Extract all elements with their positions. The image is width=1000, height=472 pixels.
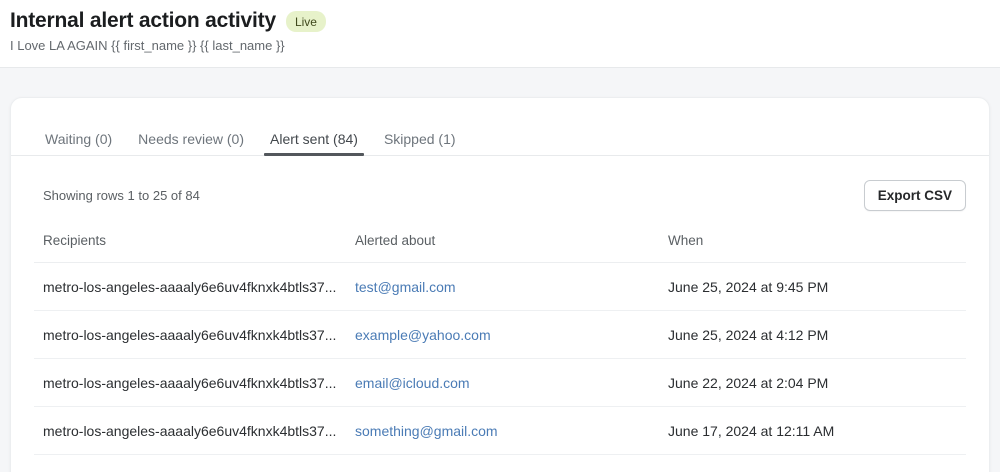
tab-alert-sent[interactable]: Alert sent (84) <box>264 122 364 155</box>
when-cell: June 25, 2024 at 9:45 PM <box>659 263 966 311</box>
recipient-cell: metro-los-angeles-aaaaly6e6uv4fknxk4btls… <box>34 359 346 407</box>
page: Internal alert action activity Live I Lo… <box>0 0 1000 472</box>
recipient-cell: metro-los-angeles-aaaaly6e6uv4fknxk4btls… <box>34 407 346 455</box>
alerted-about-cell: example@yahoo.com <box>346 311 659 359</box>
recipient-cell: metro-los-angeles-aaaaly6e6uv4fknxk4btls… <box>34 263 346 311</box>
table-row: metro-los-angeles-aaaaly6e6uv4fknxk4btls… <box>34 311 966 359</box>
page-title: Internal alert action activity <box>10 9 276 33</box>
showing-rows-text: Showing rows 1 to 25 of 84 <box>43 188 200 203</box>
page-subtitle: I Love LA AGAIN {{ first_name }} {{ last… <box>10 38 990 53</box>
alerted-about-link[interactable]: example@yahoo.com <box>355 327 491 343</box>
page-header: Internal alert action activity Live I Lo… <box>0 0 1000 68</box>
alert-activity-card: Waiting (0) Needs review (0) Alert sent (8… <box>10 97 990 472</box>
tab-needs-review[interactable]: Needs review (0) <box>132 122 250 155</box>
live-status-badge: Live <box>286 11 326 32</box>
when-cell: June 17, 2024 at 12:11 AM <box>659 407 966 455</box>
column-header-when: When <box>659 225 966 263</box>
column-header-recipients: Recipients <box>34 225 346 263</box>
alerts-table: RecipientsAlerted aboutWhen metro-los-an… <box>34 225 966 455</box>
column-header-alerted-about: Alerted about <box>346 225 659 263</box>
table-row: metro-los-angeles-aaaaly6e6uv4fknxk4btls… <box>34 263 966 311</box>
alerted-about-link[interactable]: something@gmail.com <box>355 423 498 439</box>
tab-bar: Waiting (0) Needs review (0) Alert sent (8… <box>11 98 989 156</box>
card-content: Showing rows 1 to 25 of 84 Export CSV Re… <box>11 156 989 455</box>
table-toolbar: Showing rows 1 to 25 of 84 Export CSV <box>34 180 966 211</box>
alerted-about-link[interactable]: email@icloud.com <box>355 375 470 391</box>
table-header-row: RecipientsAlerted aboutWhen <box>34 225 966 263</box>
recipient-cell: metro-los-angeles-aaaaly6e6uv4fknxk4btls… <box>34 311 346 359</box>
table-row: metro-los-angeles-aaaaly6e6uv4fknxk4btls… <box>34 407 966 455</box>
page-body: Waiting (0) Needs review (0) Alert sent (8… <box>0 68 1000 472</box>
alerted-about-cell: something@gmail.com <box>346 407 659 455</box>
when-cell: June 25, 2024 at 4:12 PM <box>659 311 966 359</box>
export-csv-button[interactable]: Export CSV <box>864 180 966 211</box>
title-row: Internal alert action activity Live <box>10 9 990 33</box>
tab-skipped[interactable]: Skipped (1) <box>378 122 462 155</box>
tab-waiting[interactable]: Waiting (0) <box>39 122 118 155</box>
alerted-about-link[interactable]: test@gmail.com <box>355 279 456 295</box>
alerted-about-cell: email@icloud.com <box>346 359 659 407</box>
when-cell: June 22, 2024 at 2:04 PM <box>659 359 966 407</box>
alerted-about-cell: test@gmail.com <box>346 263 659 311</box>
table-row: metro-los-angeles-aaaaly6e6uv4fknxk4btls… <box>34 359 966 407</box>
